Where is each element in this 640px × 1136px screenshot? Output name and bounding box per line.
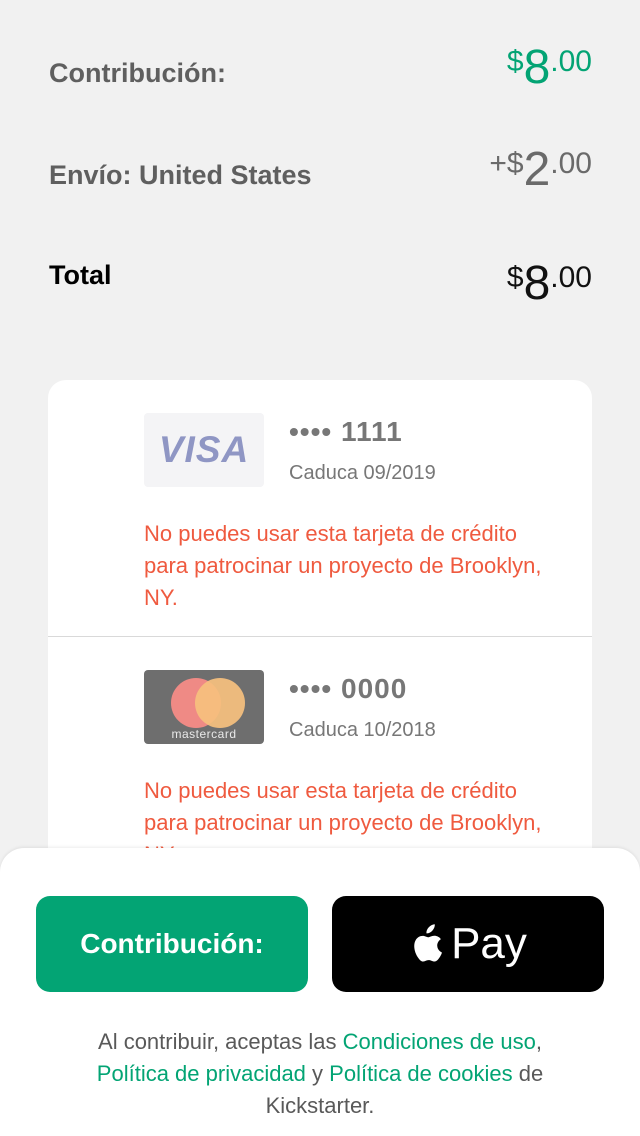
card-error-message: No puedes usar esta tarjeta de crédito p… (144, 521, 542, 610)
apple-icon (414, 924, 443, 962)
terms-link[interactable]: Condiciones de uso (343, 1029, 536, 1054)
card-item[interactable]: VISA •••• 1111 Caduca 09/2019 No puedes … (48, 380, 592, 636)
legal-text: Al contribuir, aceptas las Condiciones d… (96, 1029, 544, 1118)
shipping-row: Envío: United States + $ 2 .00 (49, 146, 592, 194)
mastercard-logo-icon: mastercard (144, 670, 264, 744)
card-number: •••• 0000 (289, 673, 408, 704)
shipping-label: Envío: United States (49, 160, 312, 190)
pledge-button[interactable]: Contribución: (36, 896, 308, 992)
pledge-amount: $ 8 .00 (506, 41, 592, 94)
total-label: Total (49, 260, 112, 290)
visa-logo-icon: VISA (144, 413, 264, 487)
pledge-label: Contribución: (49, 58, 226, 88)
card-expiry: Caduca 10/2018 (289, 719, 436, 741)
apple-pay-label: Pay (451, 919, 527, 968)
card-number: •••• 1111 (289, 416, 403, 447)
cookies-link[interactable]: Política de cookies (329, 1061, 512, 1086)
card-expiry: Caduca 09/2019 (289, 462, 436, 484)
payment-card-list: VISA •••• 1111 Caduca 09/2019 No puedes … (48, 380, 592, 900)
total-row: Total $ 8 .00 (49, 260, 592, 308)
shipping-amount: + $ 2 .00 (489, 143, 592, 196)
checkout-bottom-sheet: Contribución: Pay Al contribuir, aceptas… (0, 848, 640, 1136)
pledge-row: Contribución: $ 8 .00 (49, 44, 592, 92)
privacy-link[interactable]: Política de privacidad (97, 1061, 306, 1086)
apple-pay-button[interactable]: Pay (332, 896, 604, 992)
total-amount: $ 8 .00 (506, 257, 592, 310)
mastercard-circles-icon (162, 678, 246, 728)
